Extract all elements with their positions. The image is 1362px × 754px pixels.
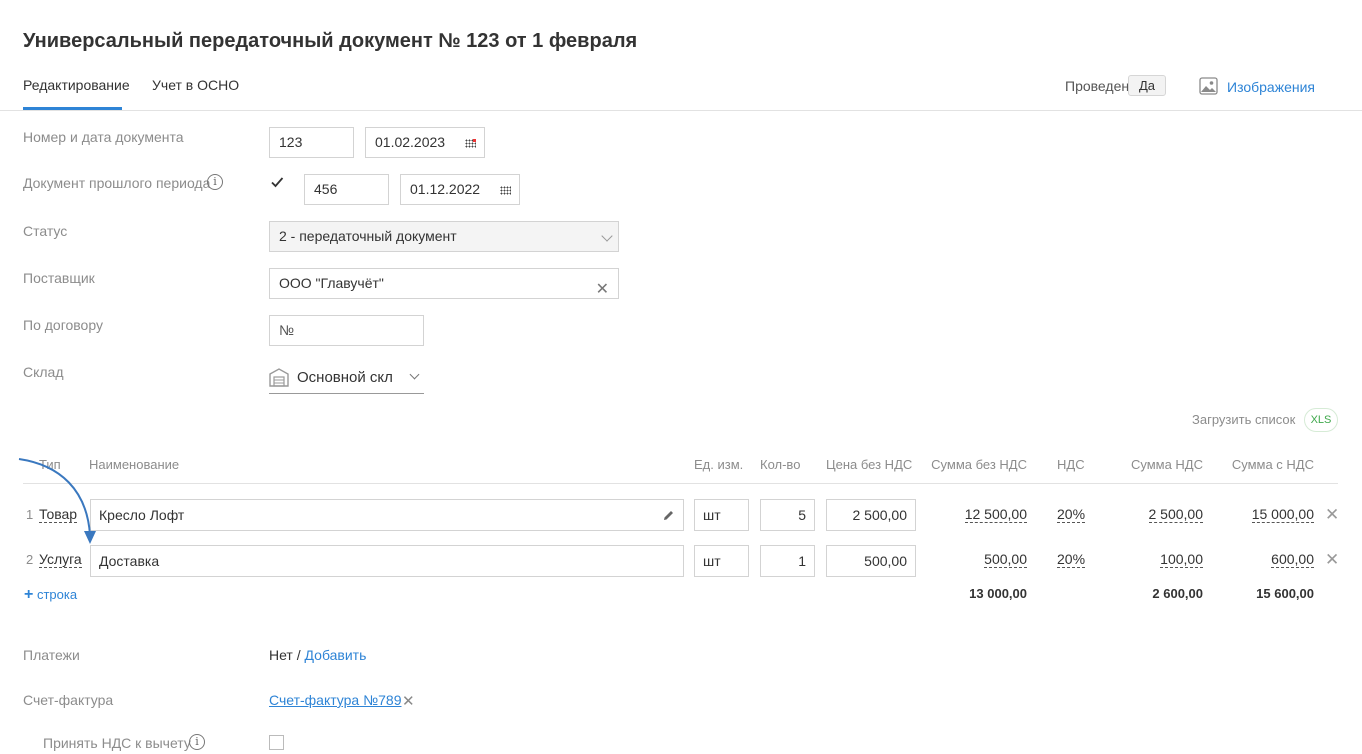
column-header-sum-vat: Сумма с НДС	[1231, 457, 1314, 472]
calendar-today-marker	[473, 139, 476, 142]
warehouse-icon	[269, 368, 289, 387]
calendar-icon[interactable]	[500, 186, 511, 195]
doc-date-value: 01.02.2023	[375, 134, 446, 150]
sum-no-vat-value[interactable]: 500,00	[984, 551, 1027, 568]
tab-editing[interactable]: Редактирование	[23, 77, 130, 93]
prev-date-input[interactable]: 01.12.2022	[400, 174, 520, 205]
vat-deduction-label: Принять НДС к вычету	[43, 735, 191, 751]
column-header-vat: НДС	[1057, 457, 1085, 472]
chevron-down-icon	[409, 369, 420, 380]
status-select[interactable]: 2 - передаточный документ	[269, 221, 619, 252]
invoice-link[interactable]: Счет-фактура №789	[269, 692, 401, 708]
sum-vat-cell: 600,00	[1224, 551, 1314, 568]
doc-number-input[interactable]: 123	[269, 127, 354, 158]
plus-icon: +	[24, 586, 34, 603]
price-input[interactable]: 500,00	[826, 545, 916, 577]
posted-toggle[interactable]: Да	[1128, 75, 1166, 96]
warehouse-label: Склад	[23, 364, 64, 380]
supplier-label: Поставщик	[23, 270, 95, 286]
prev-number-input[interactable]: 456	[304, 174, 389, 205]
total-vat-sum: 2 600,00	[1152, 586, 1203, 601]
add-row-button[interactable]: + строка	[24, 586, 77, 604]
sum-no-vat-cell: 12 500,00	[926, 506, 1027, 523]
invoice-label: Счет-фактура	[23, 692, 114, 708]
row-number: 2	[26, 552, 34, 567]
vat-rate-value[interactable]: 20%	[1057, 506, 1086, 523]
vat-sum-cell: 100,00	[1113, 551, 1203, 568]
row-type-toggle[interactable]: Услуга	[39, 551, 82, 568]
chevron-down-icon	[601, 230, 613, 242]
vat-sum-cell: 2 500,00	[1113, 506, 1203, 523]
tab-osno-accounting[interactable]: Учет в ОСНО	[152, 77, 239, 93]
qty-input[interactable]: 5	[760, 499, 815, 531]
status-label: Статус	[23, 223, 68, 239]
warehouse-select[interactable]: Основной скл	[269, 364, 424, 394]
item-name-input[interactable]: Доставка	[90, 545, 684, 577]
clear-supplier-icon[interactable]: ✕	[596, 275, 609, 304]
doc-date-input[interactable]: 01.02.2023	[365, 127, 485, 158]
doc-number-label: Номер и дата документа	[23, 129, 184, 145]
add-payment-link[interactable]: Добавить	[305, 647, 367, 663]
payments-row: Нет / Добавить	[269, 647, 366, 663]
unit-input[interactable]: шт	[694, 545, 749, 577]
sum-vat-value[interactable]: 600,00	[1271, 551, 1314, 568]
delete-row-icon[interactable]: ✕	[1325, 550, 1339, 570]
supplier-input[interactable]: ООО "Главучёт" ✕	[269, 268, 619, 299]
vat-deduction-checkbox[interactable]	[269, 735, 284, 750]
page-title: Универсальный передаточный документ № 12…	[23, 30, 638, 52]
qty-input[interactable]: 1	[760, 545, 815, 577]
images-link[interactable]: Изображения	[1227, 79, 1315, 95]
sum-vat-value[interactable]: 15 000,00	[1251, 506, 1314, 523]
xls-upload-button[interactable]: XLS	[1304, 408, 1338, 432]
sum-no-vat-value[interactable]: 12 500,00	[964, 506, 1027, 523]
contract-input[interactable]: №	[269, 315, 424, 346]
payments-label: Платежи	[23, 647, 80, 663]
column-header-sum-no-vat: Сумма без НДС	[931, 457, 1027, 472]
remove-invoice-icon[interactable]: ✕	[402, 692, 415, 710]
price-input[interactable]: 2 500,00	[826, 499, 916, 531]
status-value: 2 - передаточный документ	[279, 228, 457, 244]
total-sum-no-vat: 13 000,00	[969, 586, 1027, 601]
table-header-divider	[23, 483, 1338, 484]
prev-period-label: Документ прошлого периода	[23, 175, 211, 191]
column-header-unit: Ед. изм.	[694, 457, 744, 472]
vat-sum-value[interactable]: 2 500,00	[1148, 506, 1203, 523]
delete-row-icon[interactable]: ✕	[1325, 505, 1339, 525]
annotation-arrow	[18, 458, 96, 544]
header-divider	[0, 110, 1362, 111]
item-name-value: Кресло Лофт	[99, 507, 185, 523]
column-header-qty: Кол-во	[760, 457, 801, 472]
sum-vat-cell: 15 000,00	[1224, 506, 1314, 523]
supplier-value: ООО "Главучёт"	[279, 275, 384, 291]
column-header-vat-sum: Сумма НДС	[1130, 457, 1203, 472]
vat-rate-value[interactable]: 20%	[1057, 551, 1086, 568]
add-row-label: строка	[36, 587, 78, 602]
warehouse-value: Основной скл	[297, 369, 393, 386]
prev-date-value: 01.12.2022	[410, 181, 481, 197]
posted-label: Проведен	[1065, 78, 1130, 94]
column-header-price: Цена без НДС	[826, 457, 913, 472]
info-icon[interactable]: i	[207, 174, 223, 190]
image-icon[interactable]	[1199, 77, 1218, 95]
item-name-input[interactable]: Кресло Лофт	[90, 499, 684, 531]
upload-list-label[interactable]: Загрузить список	[1192, 412, 1295, 427]
vat-sum-value[interactable]: 100,00	[1160, 551, 1203, 568]
total-sum-vat: 15 600,00	[1256, 586, 1314, 601]
unit-input[interactable]: шт	[694, 499, 749, 531]
contract-label: По договору	[23, 317, 103, 333]
sum-no-vat-cell: 500,00	[926, 551, 1027, 568]
pencil-icon[interactable]	[663, 510, 674, 521]
payments-value: Нет /	[269, 647, 301, 663]
prev-period-checkbox[interactable]	[270, 175, 284, 189]
info-icon[interactable]: i	[189, 734, 205, 750]
